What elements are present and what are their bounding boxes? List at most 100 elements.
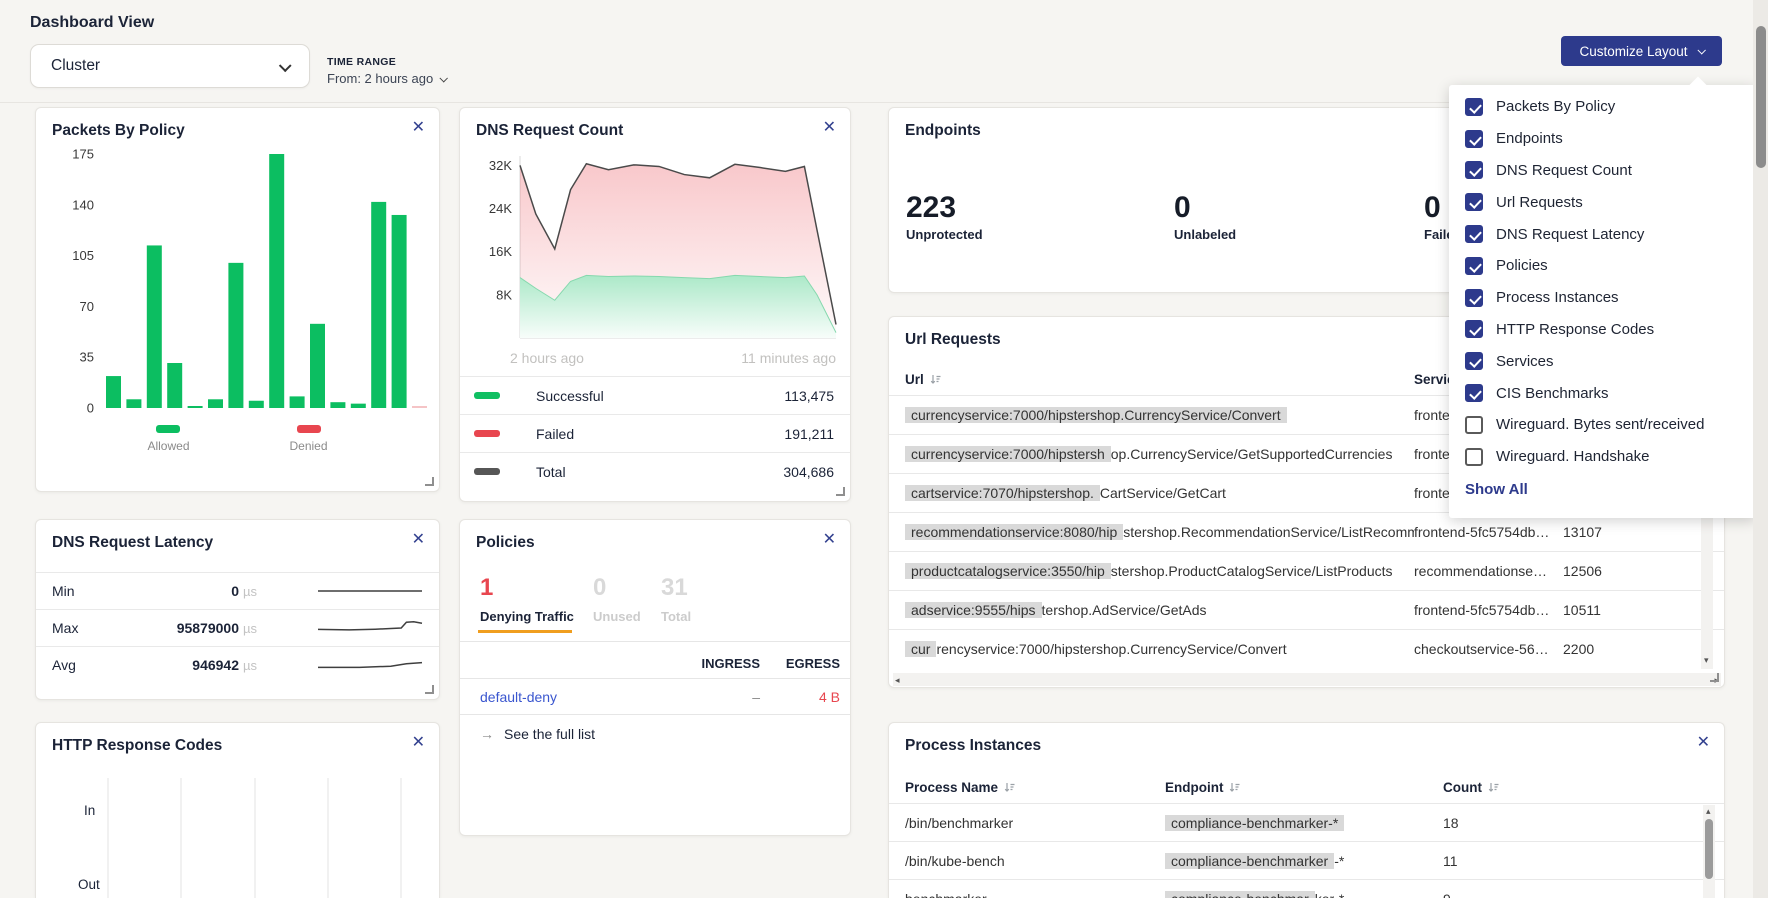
- page-scrollbar[interactable]: [1753, 0, 1768, 898]
- column-header-url[interactable]: Url: [905, 372, 1414, 387]
- checkbox[interactable]: [1465, 161, 1483, 179]
- url-request-row[interactable]: productcatalogservice:3550/hipstershop.P…: [889, 551, 1724, 590]
- close-icon[interactable]: ✕: [1697, 734, 1710, 752]
- menu-item-dns-request-count[interactable]: DNS Request Count: [1449, 155, 1756, 187]
- policy-name-link[interactable]: default-deny: [480, 689, 650, 705]
- menu-item-policies[interactable]: Policies: [1449, 250, 1756, 282]
- svg-text:16K: 16K: [489, 244, 512, 259]
- total-swatch: [474, 468, 500, 475]
- tab-denying-traffic[interactable]: 1 Denying Traffic: [480, 575, 574, 624]
- legend-value: 113,475: [784, 388, 834, 404]
- sort-icon: [930, 374, 941, 385]
- menu-item-dns-request-latency[interactable]: DNS Request Latency: [1449, 218, 1756, 250]
- card-title: Endpoints: [905, 122, 981, 140]
- close-icon[interactable]: ✕: [412, 531, 425, 549]
- scrollbar-thumb[interactable]: [1705, 819, 1713, 879]
- menu-item-services[interactable]: Services: [1449, 345, 1756, 377]
- column-header-egress: EGRESS: [760, 656, 840, 671]
- checkbox[interactable]: [1465, 320, 1483, 338]
- column-header-process-name[interactable]: Process Name: [905, 780, 1165, 795]
- dns-legend: Successful 113,475 Failed 191,211 Total …: [460, 376, 850, 490]
- checkbox[interactable]: [1465, 384, 1483, 402]
- menu-item-url-requests[interactable]: Url Requests: [1449, 186, 1756, 218]
- close-icon[interactable]: ✕: [823, 119, 836, 137]
- sort-icon: [1488, 782, 1499, 793]
- scroll-left-icon[interactable]: ◂: [895, 675, 900, 685]
- denied-swatch: [297, 425, 321, 433]
- menu-item-process-instances[interactable]: Process Instances: [1449, 282, 1756, 314]
- resize-handle[interactable]: [836, 487, 845, 496]
- latency-label: Avg: [52, 657, 152, 673]
- stat-unprotected: 223 Unprotected: [906, 192, 983, 242]
- chevron-down-icon: [279, 59, 292, 72]
- max-sparkline: [317, 615, 423, 641]
- active-tab-underline: [478, 630, 572, 633]
- process-row[interactable]: benchmarkercompliance-benchmarker-*9: [889, 879, 1724, 898]
- checkbox[interactable]: [1465, 352, 1483, 370]
- latency-row-min: Min 0µs: [36, 572, 439, 609]
- checkbox[interactable]: [1465, 225, 1483, 243]
- service-cell: checkoutservice-56…: [1414, 641, 1563, 657]
- checkbox[interactable]: [1465, 193, 1483, 211]
- show-all-link[interactable]: Show All: [1465, 481, 1740, 498]
- time-range-label: TIME RANGE: [327, 56, 446, 68]
- legend-row-failed: Failed 191,211: [460, 414, 850, 452]
- menu-item-label: Process Instances: [1496, 289, 1619, 306]
- stat-value: 223: [906, 192, 983, 224]
- vertical-scrollbar[interactable]: ▴: [1703, 805, 1715, 898]
- svg-text:24K: 24K: [489, 201, 512, 216]
- checkbox[interactable]: [1465, 130, 1483, 148]
- checkbox[interactable]: [1465, 416, 1483, 434]
- stat-value: 0: [1174, 192, 1236, 224]
- menu-item-endpoints[interactable]: Endpoints: [1449, 123, 1756, 155]
- menu-item-packets-by-policy[interactable]: Packets By Policy: [1449, 91, 1756, 123]
- menu-item-wireguard-handshake[interactable]: Wireguard. Handshake: [1449, 441, 1756, 473]
- see-full-list-link[interactable]: → See the full list: [460, 714, 850, 752]
- scroll-up-icon[interactable]: ▴: [1706, 806, 1711, 816]
- scroll-down-icon[interactable]: ▾: [1704, 655, 1709, 665]
- resize-handle[interactable]: [1710, 673, 1719, 682]
- svg-text:32K: 32K: [489, 158, 512, 173]
- view-selector[interactable]: Cluster: [30, 44, 310, 88]
- url-request-row[interactable]: adservice:9555/hipstershop.AdService/Get…: [889, 590, 1724, 629]
- legend-value: 191,211: [784, 426, 834, 442]
- tab-unused[interactable]: 0 Unused: [593, 575, 641, 624]
- card-title: HTTP Response Codes: [52, 737, 222, 755]
- customize-layout-button[interactable]: Customize Layout: [1561, 36, 1722, 66]
- legend-value: 304,686: [783, 464, 834, 480]
- close-icon[interactable]: ✕: [412, 734, 425, 752]
- card-title: Policies: [476, 534, 535, 552]
- stat-label: Denying Traffic: [480, 609, 574, 624]
- legend-label: Failed: [536, 426, 574, 442]
- url-cell: currencyservice:7000/hipstershop.Currenc…: [905, 407, 1414, 423]
- checkbox[interactable]: [1465, 448, 1483, 466]
- menu-item-cis-benchmarks[interactable]: CIS Benchmarks: [1449, 377, 1756, 409]
- checkbox[interactable]: [1465, 257, 1483, 275]
- process-row[interactable]: /bin/kube-benchcompliance-benchmarker-*1…: [889, 841, 1724, 879]
- stat-value: 1: [480, 575, 574, 601]
- svg-text:105: 105: [72, 248, 94, 263]
- count-cell: 9: [1443, 891, 1451, 898]
- resize-handle[interactable]: [425, 685, 434, 694]
- resize-handle[interactable]: [425, 477, 434, 486]
- tab-total[interactable]: 31 Total: [661, 575, 691, 624]
- legend-row-successful: Successful 113,475: [460, 376, 850, 414]
- url-cell: productcatalogservice:3550/hipstershop.P…: [905, 563, 1414, 579]
- url-cell: currencyservice:7000/hipstershop.Currenc…: [905, 446, 1414, 462]
- menu-item-label: CIS Benchmarks: [1496, 385, 1609, 402]
- column-header-endpoint[interactable]: Endpoint: [1165, 780, 1443, 795]
- column-header-count[interactable]: Count: [1443, 780, 1499, 795]
- close-icon[interactable]: ✕: [412, 119, 425, 137]
- process-row[interactable]: /bin/benchmarkercompliance-benchmarker-*…: [889, 803, 1724, 841]
- time-range[interactable]: TIME RANGE From: 2 hours ago: [327, 56, 446, 86]
- url-request-row[interactable]: currencyservice:7000/hipstershop.Currenc…: [889, 629, 1724, 668]
- scrollbar-thumb[interactable]: [1756, 26, 1766, 168]
- policies-table-header: INGRESS EGRESS: [460, 648, 850, 678]
- horizontal-scrollbar[interactable]: ◂ ▸: [893, 673, 1721, 686]
- checkbox[interactable]: [1465, 98, 1483, 116]
- close-icon[interactable]: ✕: [823, 531, 836, 549]
- menu-item-wireguard-bytes-sent-received[interactable]: Wireguard. Bytes sent/received: [1449, 409, 1756, 441]
- policy-row[interactable]: default-deny – 4 B: [460, 678, 850, 714]
- menu-item-http-response-codes[interactable]: HTTP Response Codes: [1449, 314, 1756, 346]
- checkbox[interactable]: [1465, 289, 1483, 307]
